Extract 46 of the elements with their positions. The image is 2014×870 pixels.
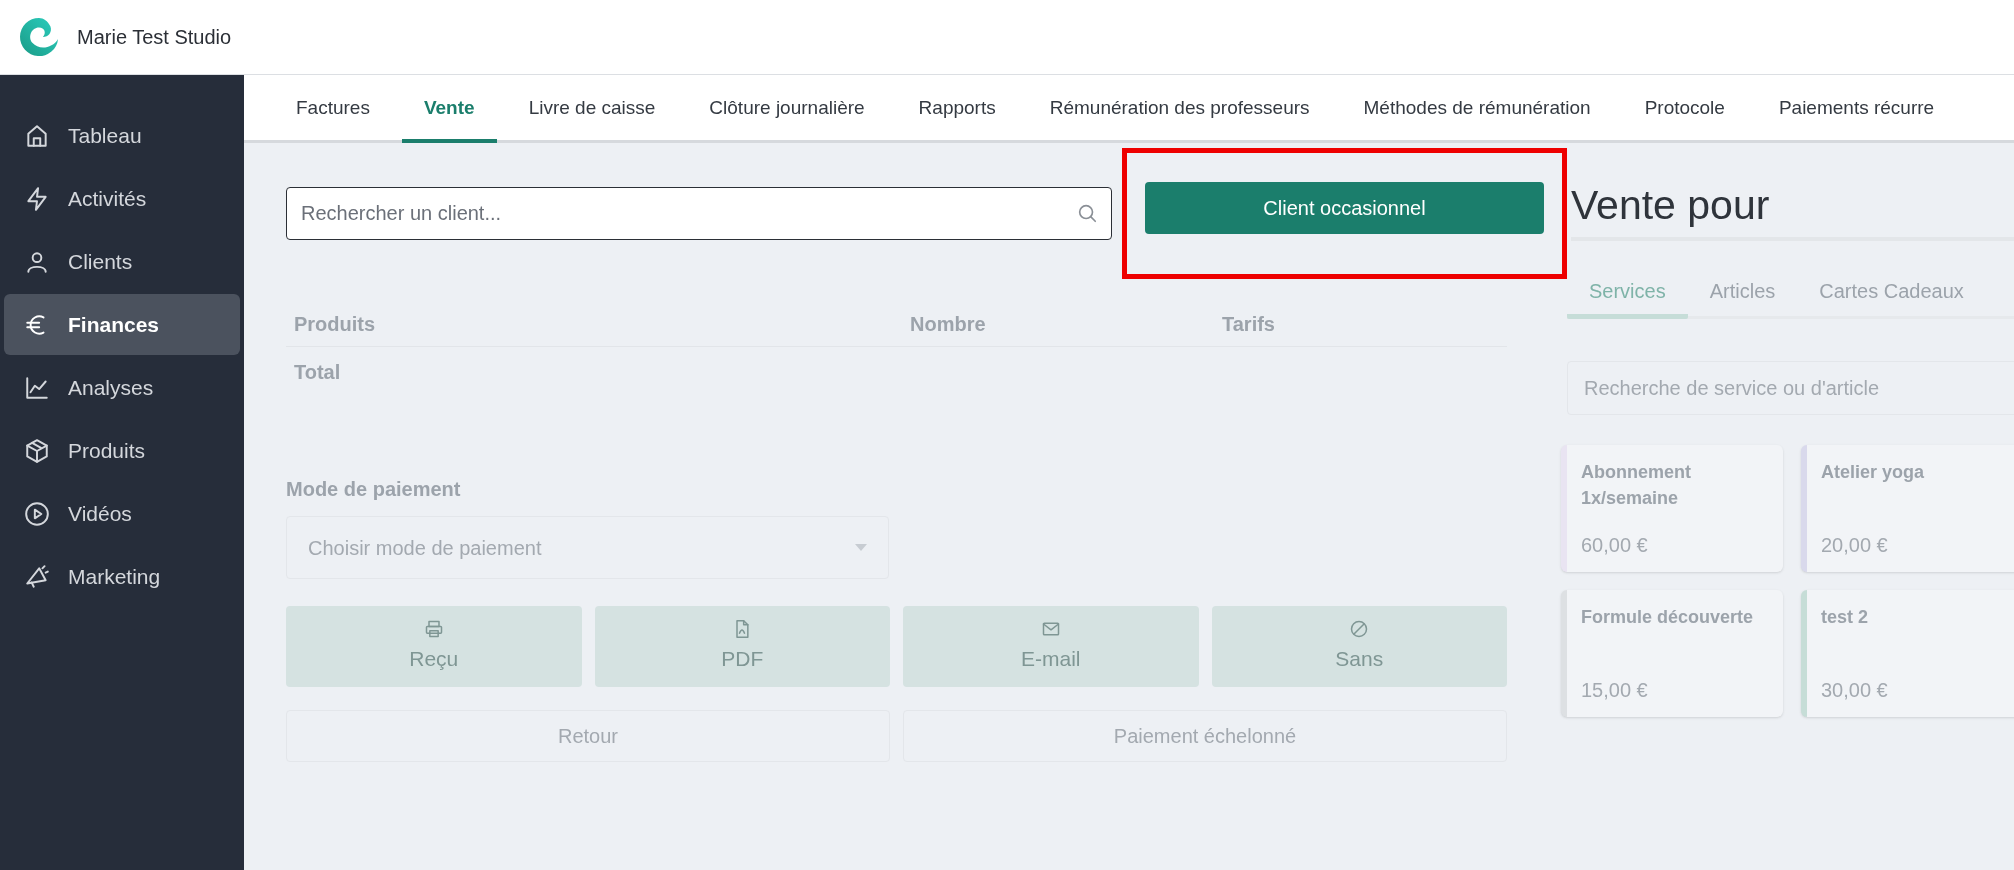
box-icon bbox=[24, 437, 50, 464]
tab[interactable]: Clôture journalière bbox=[687, 78, 887, 143]
logo-icon bbox=[18, 16, 60, 58]
service-name: test 2 bbox=[1821, 606, 1870, 629]
tab[interactable]: Vente bbox=[401, 78, 497, 143]
panel-title: Vente pour bbox=[1571, 179, 2014, 241]
tab[interactable]: Rémunération des professeurs bbox=[1027, 78, 1332, 143]
app-title: Marie Test Studio bbox=[77, 25, 232, 50]
sidebar-item[interactable]: Analyses bbox=[4, 357, 240, 418]
tab[interactable]: Rapports bbox=[896, 78, 1018, 143]
payment-method-label: Mode de paiement bbox=[286, 477, 462, 502]
tab[interactable]: Paiements récurre bbox=[1756, 78, 1957, 143]
placeholder-text: Choisir mode de paiement bbox=[308, 535, 542, 561]
walk-in-client-button[interactable]: Client occasionnel bbox=[1145, 181, 1544, 234]
play-icon bbox=[24, 500, 50, 527]
sidebar-item[interactable]: Activités bbox=[4, 168, 240, 229]
service-name: Atelier yoga bbox=[1821, 461, 1926, 484]
service-price: 30,00 € bbox=[1821, 678, 1889, 703]
printer-icon bbox=[423, 618, 444, 639]
service-price: 60,00 € bbox=[1581, 533, 1649, 558]
megaphone-icon bbox=[24, 563, 50, 590]
chart-icon bbox=[24, 374, 50, 401]
service-price: 20,00 € bbox=[1821, 533, 1889, 558]
sidebar-item[interactable]: Clients bbox=[4, 231, 240, 292]
service-search-field[interactable]: Recherche de service ou d'article bbox=[1567, 361, 2014, 415]
tab[interactable]: Méthodes de rémunération bbox=[1341, 78, 1613, 143]
sidebar-item[interactable]: Vidéos bbox=[4, 483, 240, 544]
tab[interactable]: Protocole bbox=[1622, 78, 1747, 143]
service-price: 15,00 € bbox=[1581, 678, 1649, 703]
column-header: Tarifs bbox=[1222, 311, 1276, 337]
sidebar-item[interactable]: Marketing bbox=[4, 546, 240, 607]
service-name: Abonnement 1x/semaine bbox=[1581, 461, 1692, 510]
column-header: Nombre bbox=[910, 311, 987, 337]
lightning-icon bbox=[24, 185, 50, 212]
ban-icon bbox=[1349, 618, 1370, 639]
home-icon bbox=[24, 122, 50, 149]
sidebar-item[interactable]: Finances bbox=[4, 294, 240, 355]
sidebar-item[interactable]: Tableau bbox=[4, 105, 240, 166]
caret-icon bbox=[855, 543, 867, 552]
sidebar-item[interactable]: Produits bbox=[4, 420, 240, 481]
total-label: Total bbox=[294, 360, 341, 385]
client-search-field[interactable]: Rechercher un client... bbox=[286, 186, 1112, 240]
tab[interactable]: Livre de caisse bbox=[506, 78, 678, 143]
service-name: Formule découverte bbox=[1581, 606, 1755, 629]
tab[interactable]: Factures bbox=[274, 78, 392, 143]
column-header: Produits bbox=[294, 311, 377, 337]
